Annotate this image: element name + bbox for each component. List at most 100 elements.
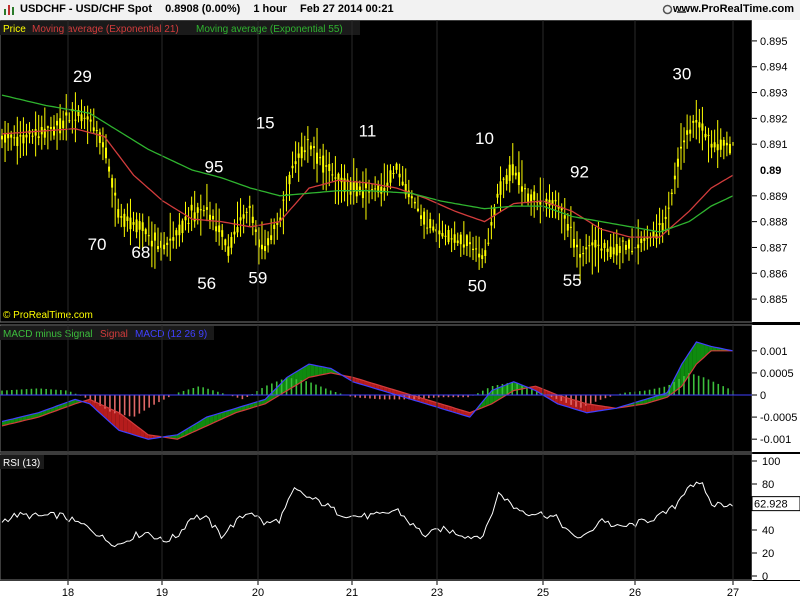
legend-macd[interactable]: MACD (12 26 9) (135, 329, 207, 340)
price-annotation: 56 (197, 274, 216, 293)
candle-body (239, 217, 242, 221)
candle-body (19, 135, 22, 137)
candle-body (686, 130, 689, 135)
macd-signal-fill (586, 403, 591, 413)
candle-body (658, 223, 661, 225)
candle-body (395, 163, 398, 170)
candle-body (260, 244, 263, 250)
current-price-tag: 0.89 (760, 165, 781, 177)
candle-body (692, 120, 695, 123)
candle-body (612, 247, 615, 255)
candle-body (465, 235, 468, 247)
candle-body (646, 237, 649, 239)
candle-body (603, 242, 606, 248)
candle-body (270, 235, 273, 240)
candle-body (472, 248, 475, 251)
legend-price[interactable]: Price (3, 24, 26, 35)
legend-rsi[interactable]: RSI (13) (3, 458, 40, 469)
macd-signal-fill (318, 366, 323, 376)
candle-body (89, 119, 92, 122)
candle-body (337, 173, 340, 181)
candle-body (374, 188, 377, 190)
candle-body (524, 188, 527, 190)
candle-body (190, 204, 193, 211)
candle-body (707, 134, 710, 136)
candle-body (695, 120, 698, 123)
candle-body (689, 129, 692, 134)
candle-body (453, 234, 456, 243)
minimize-icon[interactable] (676, 4, 687, 15)
candle-body (205, 207, 208, 210)
candle-body (49, 127, 52, 129)
candle-body (34, 128, 37, 136)
legend-ema55[interactable]: Moving average (Exponential 55) (196, 24, 343, 35)
x-tick-label: 21 (346, 587, 358, 599)
candle-body (719, 139, 722, 150)
candle-body (43, 128, 46, 138)
candle-body (563, 215, 566, 219)
candle-body (640, 238, 643, 244)
candle-body (123, 213, 126, 227)
candle-body (65, 112, 68, 116)
candle-body (511, 164, 514, 176)
candle-body (169, 238, 172, 241)
candle-body (490, 222, 493, 226)
candle-body (413, 201, 416, 204)
candle-body (554, 199, 557, 202)
candle-body (600, 248, 603, 251)
rsi-y-tick-label: 20 (762, 548, 774, 560)
candle-body (423, 211, 426, 225)
y-tick-label: 0.893 (760, 88, 788, 100)
y-tick-label: 0.887 (760, 242, 788, 254)
candle-body (282, 199, 285, 201)
rsi-y-tick-label: 0 (762, 571, 768, 583)
candle-body (178, 224, 181, 236)
candle-body (667, 207, 670, 209)
price-annotation: 15 (256, 114, 275, 133)
candle-body (80, 114, 83, 122)
candle-body (95, 130, 98, 132)
candle-body (392, 173, 395, 175)
candle-body (582, 252, 585, 255)
candle-body (566, 224, 569, 231)
candle-body (680, 146, 683, 149)
legend-signal[interactable]: Signal (100, 329, 128, 340)
candle-body (631, 251, 634, 253)
price-annotation: 30 (672, 65, 691, 84)
candle-body (98, 132, 101, 143)
price-annotation: 50 (468, 276, 487, 295)
site-link[interactable]: www.ProRealTime.com (673, 3, 794, 15)
chart-settings-icon[interactable] (662, 4, 673, 15)
y-tick-label: 0.886 (760, 268, 788, 280)
candle-body (364, 183, 367, 189)
candle-body (355, 181, 358, 197)
candle-body (386, 182, 389, 187)
y-tick-label: 0.892 (760, 113, 788, 125)
candle-body (597, 244, 600, 246)
candle-body (569, 226, 572, 228)
candle-body (673, 175, 676, 180)
candle-body (181, 220, 184, 234)
candle-body (618, 246, 621, 253)
candle-body (533, 191, 536, 200)
candle-body (62, 120, 65, 129)
candle-body (218, 225, 221, 233)
candle-body (163, 244, 166, 250)
candle-body (322, 155, 325, 173)
candle-body (114, 192, 117, 196)
candle-body (16, 136, 19, 147)
price-annotation: 95 (205, 158, 224, 177)
candle-body (398, 173, 401, 178)
watermark: © ProRealTime.com (3, 310, 93, 321)
candle-body (83, 117, 86, 119)
candle-body (221, 230, 224, 237)
y-tick-label: 0.889 (760, 191, 788, 203)
macd-signal-fill (590, 404, 595, 413)
candle-body (585, 247, 588, 250)
candle-body (621, 240, 624, 242)
candle-body (594, 239, 597, 248)
rsi-value-tag: 62.928 (754, 499, 788, 511)
legend-ema21[interactable]: Moving average (Exponential 21) (32, 24, 179, 35)
legend-macd-hist[interactable]: MACD minus Signal (3, 329, 92, 340)
candle-body (153, 232, 156, 241)
